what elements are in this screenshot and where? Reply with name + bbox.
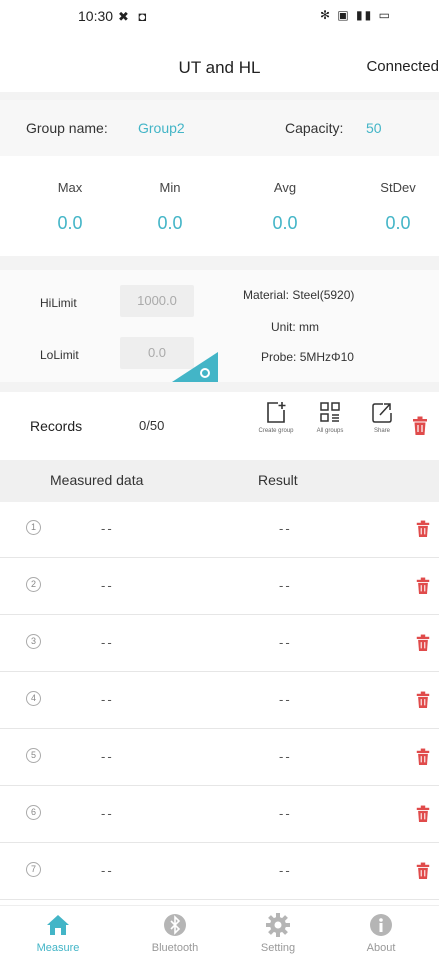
column-measured-data: Measured data — [50, 472, 144, 488]
stat-label: Min — [159, 180, 181, 195]
table-row[interactable]: 7 -- -- — [0, 844, 439, 900]
stat-value: 0.0 — [272, 213, 298, 233]
share-icon — [372, 403, 392, 423]
row-measured-data: -- — [101, 692, 114, 707]
status-time: 10:30 — [78, 8, 114, 24]
nav-setting[interactable]: Setting — [238, 912, 318, 954]
status-bar: 10:30 ✖ ◘ ✻ ▣ ▮▮ ▭ — [0, 0, 439, 40]
row-measured-data: -- — [101, 578, 114, 593]
delete-row-icon[interactable] — [415, 691, 431, 709]
delete-row-icon[interactable] — [415, 862, 431, 880]
delete-row-icon[interactable] — [415, 634, 431, 652]
table-row[interactable]: 5 -- -- — [0, 730, 439, 786]
delete-row-icon[interactable] — [415, 748, 431, 766]
delete-row-icon[interactable] — [415, 520, 431, 538]
lo-limit-label: LoLimit — [40, 348, 79, 362]
all-groups-icon — [320, 402, 340, 422]
row-result: -- — [279, 578, 292, 593]
table-header: Measured data Result — [0, 460, 439, 502]
row-number: 2 — [26, 577, 41, 592]
row-measured-data: -- — [101, 521, 114, 536]
delete-row-icon[interactable] — [415, 805, 431, 823]
table-row[interactable]: 1 -- -- — [0, 502, 439, 558]
table-row[interactable]: 3 -- -- — [0, 616, 439, 672]
material-text: Material: Steel(5920) — [243, 288, 355, 302]
table-row[interactable]: 2 -- -- — [0, 559, 439, 615]
connection-status[interactable]: Connected — [366, 58, 439, 75]
divider — [0, 382, 439, 392]
capacity-label: Capacity: — [285, 120, 344, 136]
group-name-value[interactable]: Group2 — [138, 120, 185, 136]
unit-text: Unit: mm — [271, 320, 319, 334]
app-header: UT and HL Connected — [0, 40, 439, 92]
stat-label: StDev — [380, 180, 416, 195]
settings-corner-icon[interactable] — [172, 352, 218, 382]
create-group-button[interactable]: Create group — [252, 400, 300, 434]
info-icon — [370, 914, 392, 936]
records-count: 0/50 — [139, 418, 165, 433]
stat-label: Max — [57, 180, 83, 195]
stat-value: 0.0 — [157, 213, 183, 233]
row-result: -- — [279, 806, 292, 821]
stat-max: Max 0.0 — [30, 156, 110, 234]
delete-all-icon[interactable] — [411, 416, 429, 436]
row-result: -- — [279, 635, 292, 650]
row-number: 4 — [26, 691, 41, 706]
table-row[interactable]: 4 -- -- — [0, 673, 439, 729]
capacity-value[interactable]: 50 — [366, 120, 382, 136]
status-notification-icons: ✖ ◘ — [118, 9, 150, 24]
divider — [0, 256, 439, 270]
limits-panel: HiLimit 1000.0 LoLimit 0.0 Material: Ste… — [0, 270, 439, 382]
row-measured-data: -- — [101, 749, 114, 764]
row-measured-data: -- — [101, 863, 114, 878]
column-result: Result — [258, 472, 298, 488]
nav-label: Bluetooth — [151, 942, 199, 954]
all-groups-button[interactable]: All groups — [306, 400, 354, 434]
statistics-panel: Max 0.0 Min 0.0 Avg 0.0 StDev 0.0 — [0, 156, 439, 256]
row-number: 7 — [26, 862, 41, 877]
row-number: 5 — [26, 748, 41, 763]
row-number: 3 — [26, 634, 41, 649]
row-measured-data: -- — [101, 806, 114, 821]
delete-row-icon[interactable] — [415, 577, 431, 595]
group-info-row: Group name: Group2 Capacity: 50 — [0, 100, 439, 156]
probe-text: Probe: 5MHzΦ10 — [261, 350, 354, 364]
nav-label: Measure — [36, 942, 80, 954]
nav-about[interactable]: About — [341, 912, 421, 954]
bluetooth-icon — [164, 914, 186, 936]
nav-label: Setting — [260, 942, 296, 954]
nav-bluetooth[interactable]: Bluetooth — [135, 912, 215, 954]
nav-measure[interactable]: Measure — [18, 912, 98, 954]
records-label: Records — [30, 418, 83, 434]
share-caption: Share — [373, 428, 390, 434]
stat-avg: Avg 0.0 — [245, 156, 325, 234]
records-toolbar: Records 0/50 Create group All groups Sha… — [0, 392, 439, 458]
stat-value: 0.0 — [57, 213, 83, 233]
share-button[interactable]: Share — [358, 400, 406, 434]
row-result: -- — [279, 749, 292, 764]
row-measured-data: -- — [101, 635, 114, 650]
hi-limit-label: HiLimit — [40, 296, 77, 310]
status-system-icons: ✻ ▣ ▮▮ ▭ — [320, 8, 392, 22]
stat-label: Avg — [273, 180, 297, 195]
row-number: 6 — [26, 805, 41, 820]
table-row[interactable]: 6 -- -- — [0, 787, 439, 843]
all-groups-caption: All groups — [316, 428, 344, 434]
row-number: 1 — [26, 520, 41, 535]
hi-limit-input[interactable]: 1000.0 — [120, 285, 194, 317]
row-result: -- — [279, 692, 292, 707]
gear-icon — [266, 913, 290, 937]
stat-min: Min 0.0 — [130, 156, 210, 234]
create-group-icon — [267, 402, 286, 423]
nav-label: About — [366, 942, 396, 954]
bottom-navigation: Measure Bluetooth Setting About — [0, 905, 439, 967]
row-result: -- — [279, 521, 292, 536]
home-icon — [47, 915, 69, 935]
row-result: -- — [279, 863, 292, 878]
stat-stdev: StDev 0.0 — [358, 156, 438, 234]
create-group-caption: Create group — [258, 428, 294, 434]
stat-value: 0.0 — [385, 213, 411, 233]
group-name-label: Group name: — [26, 120, 108, 136]
